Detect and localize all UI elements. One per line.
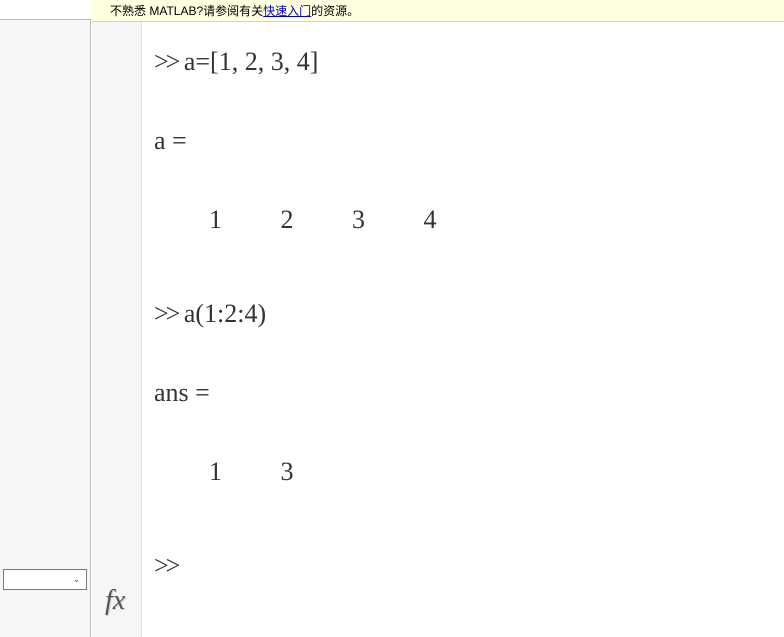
getting-started-help-bar: 不熟悉 MATLAB?请参阅有关 快速入门 的资源。 xyxy=(92,0,784,22)
command-text: a(1:2:4) xyxy=(184,299,266,328)
output-block-1: a = 1 2 3 4 xyxy=(154,121,784,239)
getting-started-link[interactable]: 快速入门 xyxy=(263,2,311,19)
output-values: 1 3 xyxy=(154,452,784,491)
fx-icon[interactable]: fx xyxy=(105,585,137,617)
command-gutter xyxy=(92,22,142,637)
left-side-panel: ⌄ xyxy=(0,0,91,637)
output-block-2: ans = 1 3 xyxy=(154,373,784,491)
output-values: 1 2 3 4 xyxy=(154,200,784,239)
command-text: a=[1, 2, 3, 4] xyxy=(184,47,319,76)
help-bar-pre-text: 不熟悉 MATLAB?请参阅有关 xyxy=(110,2,263,19)
command-window[interactable]: >> a=[1, 2, 3, 4] a = 1 2 3 4 >> a(1:2:4… xyxy=(142,22,784,637)
help-bar-post-text: 的资源。 xyxy=(311,2,359,19)
left-panel-header xyxy=(0,0,91,20)
command-line-2: >> a(1:2:4) xyxy=(154,294,784,333)
chevron-down-icon: ⌄ xyxy=(68,571,85,588)
prompt-symbol: >> xyxy=(154,47,177,76)
workspace-dropdown[interactable]: ⌄ xyxy=(3,569,87,590)
command-prompt-current[interactable]: >> xyxy=(154,546,784,585)
prompt-symbol: >> xyxy=(154,299,177,328)
prompt-symbol: >> xyxy=(154,551,177,580)
output-label: ans = xyxy=(154,373,784,412)
output-label: a = xyxy=(154,121,784,160)
command-line-1: >> a=[1, 2, 3, 4] xyxy=(154,42,784,81)
